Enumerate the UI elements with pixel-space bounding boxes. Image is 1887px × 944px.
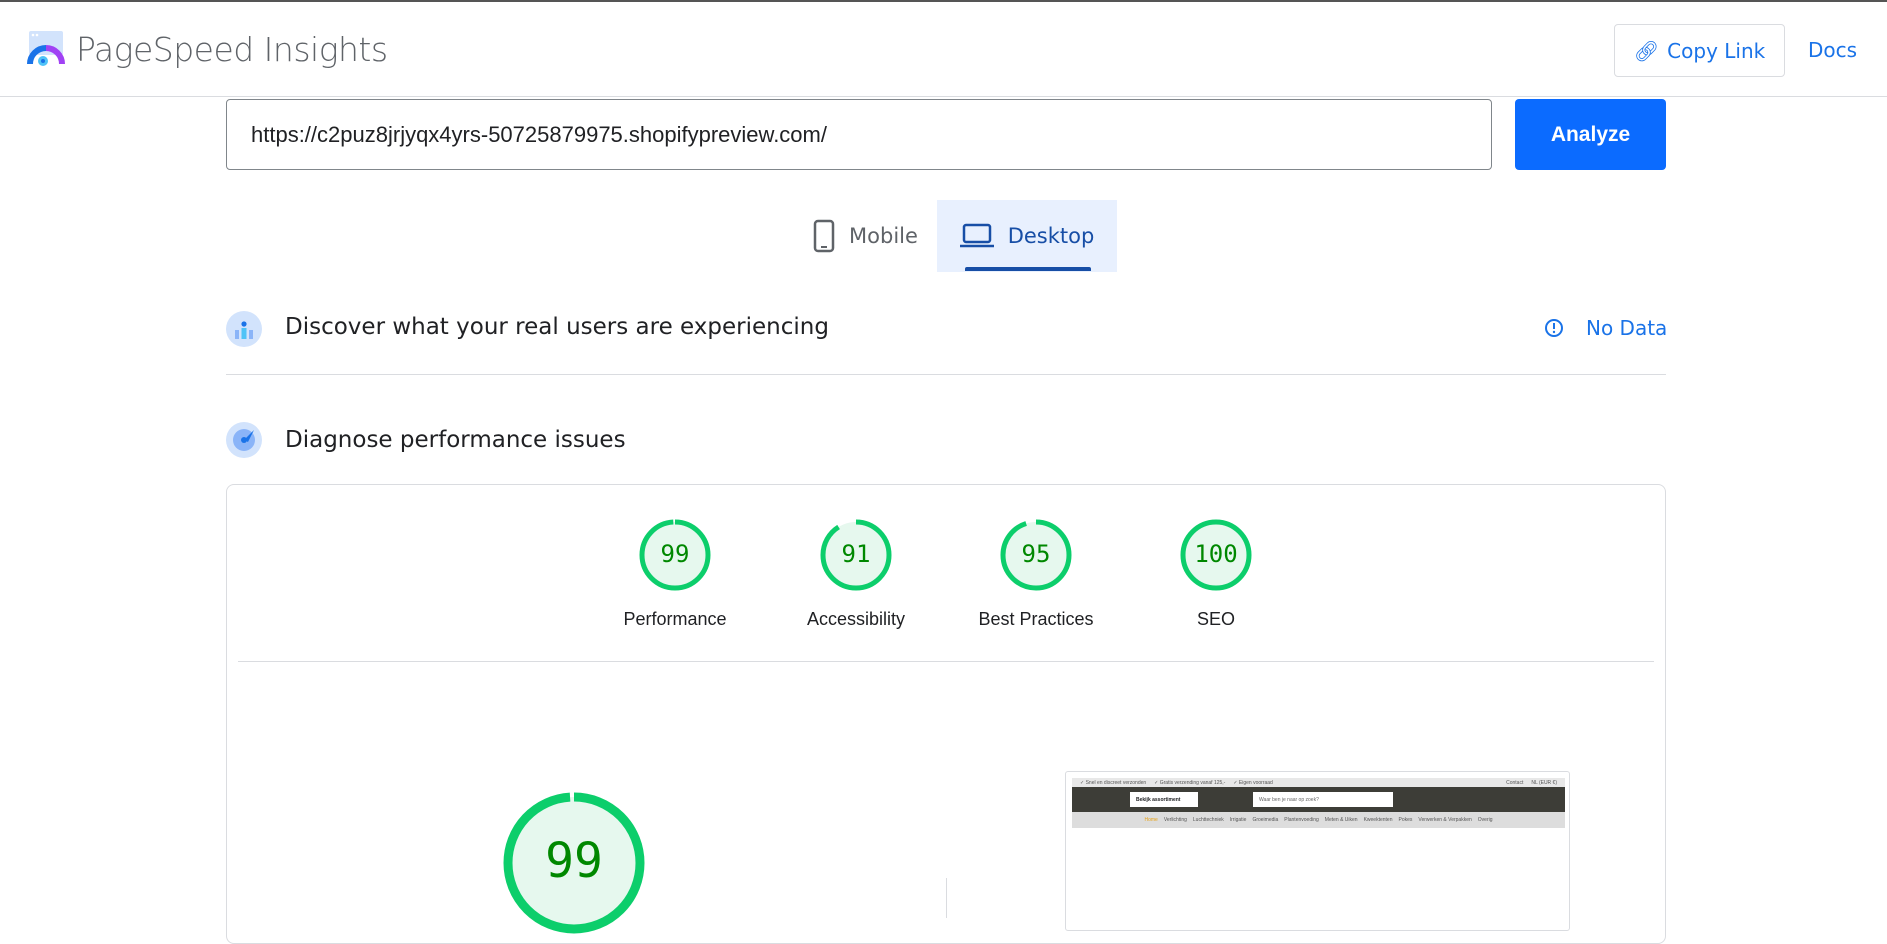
- thumb-nav-item: Verwerken & Verpakken: [1418, 817, 1472, 823]
- page-screenshot-thumbnail: ✓ Snel en discreet verzonden ✓ Gratis ve…: [1065, 771, 1570, 931]
- header: PageSpeed Insights 🔗︎ Copy Link Docs: [0, 0, 1887, 97]
- thumb-text: ✓ Snel en discreet verzonden: [1080, 779, 1147, 786]
- thumb-text: ✓ Eigen voorraad: [1233, 779, 1273, 786]
- score-label: Best Practices: [978, 609, 1094, 629]
- divider: [946, 878, 947, 918]
- app-title: PageSpeed Insights: [76, 30, 388, 69]
- thumb-text: NL (EUR €): [1531, 779, 1557, 786]
- lab-data-title: Diagnose performance issues: [285, 427, 626, 453]
- thumb-search: Waar ben je naar op zoek?: [1253, 792, 1393, 807]
- copy-link-button[interactable]: 🔗︎ Copy Link: [1614, 24, 1785, 77]
- diagnose-icon: [226, 422, 262, 458]
- score-value: 99: [660, 540, 690, 569]
- tab-label: Desktop: [1007, 224, 1095, 248]
- url-input[interactable]: https://c2puz8jrjyqx4yrs-50725879975.sho…: [226, 99, 1492, 170]
- divider: [238, 661, 1654, 662]
- docs-link[interactable]: Docs: [1808, 38, 1857, 62]
- score-value: 100: [1194, 540, 1238, 569]
- tab-label: Mobile: [849, 224, 918, 248]
- thumb-nav-item: Verlichting: [1163, 817, 1187, 823]
- field-data-title: Discover what your real users are experi…: [285, 314, 829, 340]
- pagespeed-logo-icon: [27, 31, 65, 66]
- score-value: 95: [1021, 540, 1051, 569]
- copy-link-label: Copy Link: [1667, 38, 1766, 63]
- users-icon: [226, 311, 262, 347]
- thumb-nav-item: Home: [1144, 817, 1158, 823]
- divider: [226, 374, 1666, 375]
- info-icon: [1545, 319, 1563, 337]
- thumb-nav-item: Pokes: [1398, 817, 1413, 823]
- selected-tab-indicator: [965, 267, 1091, 271]
- link-icon: 🔗︎: [1633, 38, 1660, 63]
- score-label: Performance: [623, 609, 727, 629]
- thumb-nav-item: Overig: [1477, 817, 1493, 823]
- phone-icon: [813, 219, 835, 253]
- thumb-text: Contact: [1506, 779, 1524, 786]
- thumb-nav-item: Groeimedia: [1252, 817, 1279, 823]
- tab-desktop[interactable]: Desktop: [937, 200, 1117, 272]
- thumb-text: ✓ Gratis verzending vanaf 125,-: [1154, 779, 1226, 786]
- thumb-nav-item: Meten & Uiken: [1324, 817, 1358, 823]
- thumb-nav-item: Plantenvoeding: [1284, 817, 1319, 823]
- analyze-button[interactable]: Analyze: [1515, 99, 1666, 170]
- thumb-nav-item: Luchttechniek: [1192, 817, 1224, 823]
- thumb-menu-button: Bekijk assortiment: [1130, 792, 1198, 807]
- thumb-nav-item: Kweektenten: [1363, 817, 1393, 823]
- laptop-icon: [959, 223, 994, 248]
- score-label: SEO: [1196, 609, 1235, 629]
- tab-mobile[interactable]: Mobile: [794, 200, 937, 272]
- score-value: 99: [545, 833, 603, 890]
- thumb-nav-item: Irrigatie: [1229, 817, 1247, 823]
- score-value: 91: [841, 540, 871, 569]
- no-data-status[interactable]: No Data: [1586, 316, 1667, 340]
- score-label: Accessibility: [806, 609, 906, 629]
